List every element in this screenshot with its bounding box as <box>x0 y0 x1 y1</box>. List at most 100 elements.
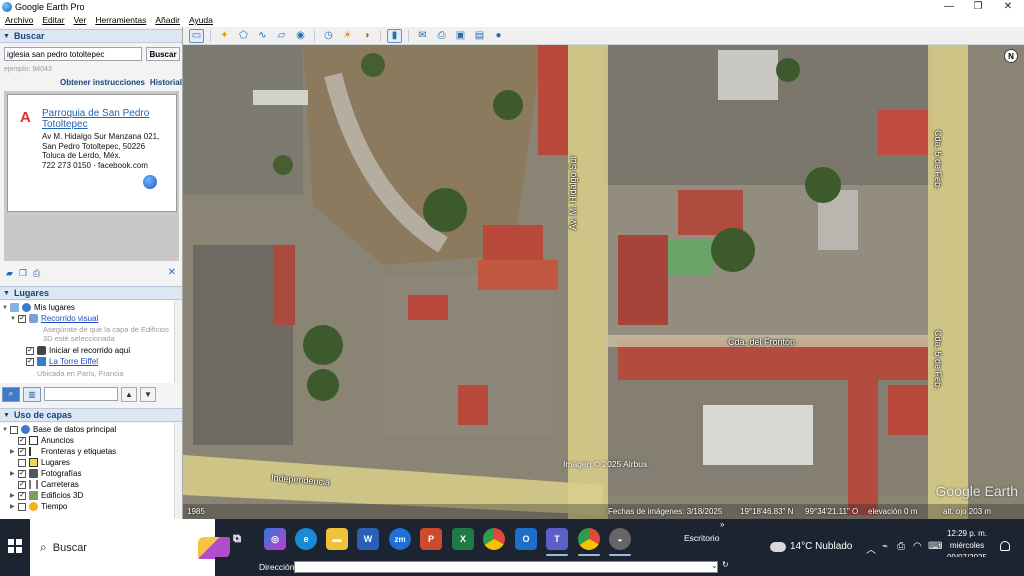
task-view-icon[interactable]: ⧉ <box>226 528 248 550</box>
print-results-icon[interactable]: ⎙ <box>33 268 40 279</box>
compass-icon[interactable]: N <box>1004 49 1018 63</box>
word-icon[interactable]: W <box>357 528 379 550</box>
email-icon[interactable]: ✉ <box>415 29 430 43</box>
checkbox[interactable]: ✓ <box>18 491 26 500</box>
sunlight-icon[interactable]: ☀ <box>340 29 355 43</box>
wifi-icon[interactable]: ◠ <box>913 541 922 552</box>
network-icon[interactable]: ⌁ <box>882 541 888 552</box>
search-result-card[interactable]: A Parroquia de San Pedro Totoltepec Av M… <box>7 94 177 212</box>
checkbox[interactable]: ✓ <box>18 314 26 323</box>
save-image-icon[interactable]: ▣ <box>453 29 468 43</box>
notification-bell-icon[interactable] <box>1000 541 1010 551</box>
history-year[interactable]: 1985 <box>187 504 205 519</box>
chrome-icon[interactable] <box>483 528 505 550</box>
movie-maker-icon[interactable]: ▤ <box>472 29 487 43</box>
panel-view-icon[interactable]: ▥ <box>23 386 41 402</box>
outlook-icon[interactable]: O <box>515 528 537 550</box>
search-input[interactable] <box>4 47 142 61</box>
menu-ayuda[interactable]: Ayuda <box>184 14 217 27</box>
checkbox[interactable] <box>18 458 26 467</box>
layer-item[interactable]: Lugares <box>10 457 70 468</box>
layer-item[interactable]: ✓ Carreteras <box>10 479 79 490</box>
record-tour-icon[interactable]: ◉ <box>293 29 308 43</box>
menu-ver[interactable]: Ver <box>69 14 91 27</box>
file-explorer-icon[interactable]: ▬ <box>326 528 348 550</box>
ruler-icon[interactable]: ▮ <box>387 28 402 43</box>
places-scrollbar[interactable] <box>174 301 182 383</box>
directions-link[interactable]: Obtener instrucciones <box>60 78 145 87</box>
chrome-profile-icon[interactable] <box>578 528 600 550</box>
expand-icon[interactable]: ▼ <box>10 316 18 322</box>
layers-scrollbar[interactable] <box>174 423 182 519</box>
historical-imagery-icon[interactable]: ◷ <box>321 29 336 43</box>
print-icon[interactable]: ⎙ <box>434 29 449 43</box>
tray-overflow-icon[interactable]: ︿ <box>866 541 876 556</box>
arrow-down-icon[interactable]: ▼ <box>140 386 156 402</box>
places-header[interactable]: ▼ Lugares <box>0 286 182 300</box>
close-button[interactable]: ✕ <box>994 0 1022 14</box>
printer-icon[interactable]: ⎙ <box>897 541 905 552</box>
address-dropdown-icon[interactable]: ⌄ <box>711 561 718 570</box>
taskbar-search[interactable]: ⌕ Buscar <box>30 519 230 576</box>
path-icon[interactable]: ∿ <box>255 29 270 43</box>
desktop-toolbar-label[interactable]: Escritorio <box>684 533 719 543</box>
planets-icon[interactable]: ◑ <box>359 29 374 43</box>
layer-item[interactable]: ✓ Anuncios <box>10 435 74 446</box>
expand-icon[interactable]: ▶ <box>10 448 18 455</box>
checkbox[interactable]: ✓ <box>18 436 26 445</box>
expand-icon[interactable]: ▼ <box>2 305 10 311</box>
checkbox[interactable]: ✓ <box>18 480 26 489</box>
tree-label[interactable]: La Torre Eiffel <box>49 357 98 366</box>
checkbox[interactable]: ✓ <box>18 469 26 478</box>
edge-icon[interactable]: e <box>295 528 317 550</box>
menu-editar[interactable]: Editar <box>37 14 68 27</box>
places-search-input[interactable] <box>44 387 118 401</box>
clear-search-icon[interactable]: ✕ <box>168 267 176 278</box>
tree-item-eiffel[interactable]: ✓ La Torre Eiffel <box>26 356 98 367</box>
earth-view-icon[interactable]: ● <box>491 29 506 43</box>
layer-item[interactable]: ▼ Base de datos principal <box>2 424 116 435</box>
layer-item[interactable]: ▶ ✓ Fronteras y etiquetas <box>10 446 116 457</box>
menu-archivo[interactable]: Archivo <box>0 14 37 27</box>
checkbox[interactable]: ✓ <box>18 447 26 456</box>
google-earth-taskbar-icon[interactable]: ◒ <box>609 528 631 550</box>
search-header[interactable]: ▼ Buscar <box>0 29 182 43</box>
expand-icon[interactable]: ▼ <box>2 427 10 433</box>
result-title[interactable]: Parroquia de San Pedro Totoltepec <box>42 108 172 130</box>
copy-icon[interactable]: ❐ <box>19 268 27 279</box>
sidebar-toggle-icon[interactable]: ▭ <box>189 28 204 43</box>
menu-anadir[interactable]: Añadir <box>150 14 184 27</box>
tree-label[interactable]: Recorrido visual <box>41 314 98 323</box>
checkbox[interactable] <box>18 502 26 511</box>
placemark-icon[interactable]: ✦ <box>217 29 232 43</box>
tree-item-my-places[interactable]: ▼ Mis lugares <box>2 302 75 313</box>
teams-icon[interactable]: T <box>546 528 568 550</box>
address-go-icon[interactable]: ↻ <box>722 560 732 572</box>
search-button[interactable]: Buscar <box>146 47 180 61</box>
toolbar-chevron-icon[interactable]: » <box>720 520 724 529</box>
tree-item-tour[interactable]: ▼ ✓ Recorrido visual <box>10 313 98 324</box>
layer-item[interactable]: ▶ ✓ Fotografías <box>10 468 81 479</box>
powerpoint-icon[interactable]: P <box>420 528 442 550</box>
arrow-up-icon[interactable]: ▲ <box>121 386 137 402</box>
windows-start-icon[interactable] <box>8 539 22 553</box>
menu-herramientas[interactable]: Herramientas <box>90 14 150 27</box>
map-view[interactable]: Av. M. Hidalgo Sur Cda. del Frontón Inde… <box>183 45 1024 519</box>
layers-header[interactable]: ▼ Uso de capas <box>0 408 182 422</box>
weather-widget[interactable]: 14°C Nublado <box>767 541 852 554</box>
minimize-button[interactable]: — <box>935 0 963 14</box>
website-globe-icon[interactable] <box>143 175 157 189</box>
tree-item-start-tour[interactable]: ✓ Iniciar el recorrido aquí <box>26 345 130 356</box>
expand-icon[interactable]: ▶ <box>10 503 18 510</box>
search-places-icon[interactable]: ⌕ <box>2 386 20 402</box>
address-input[interactable] <box>294 561 718 573</box>
checkbox[interactable]: ✓ <box>26 357 34 366</box>
polygon-icon[interactable]: ⬠ <box>236 29 251 43</box>
excel-icon[interactable]: X <box>452 528 474 550</box>
maximize-button[interactable]: ❐ <box>964 0 992 14</box>
expand-icon[interactable]: ▶ <box>10 492 18 499</box>
folder-icon[interactable]: ▰ <box>6 268 13 279</box>
checkbox[interactable]: ✓ <box>26 346 34 355</box>
checkbox[interactable] <box>10 425 18 434</box>
expand-icon[interactable]: ▶ <box>10 470 18 477</box>
